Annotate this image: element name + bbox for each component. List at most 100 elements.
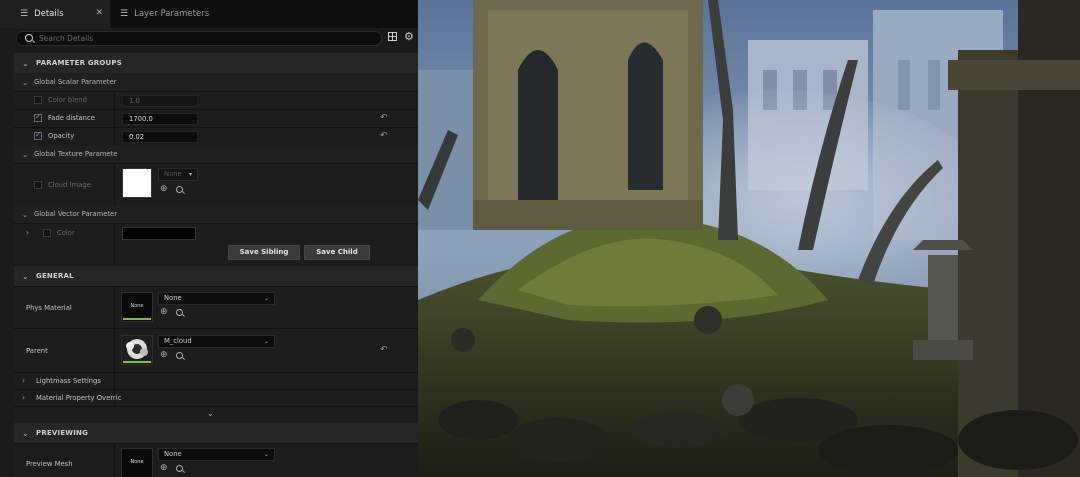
section-title: PARAMETER GROUPS [36,59,122,67]
section-title: GENERAL [36,272,74,280]
level-viewport[interactable] [418,0,1080,477]
section-parameter-groups[interactable]: ⌄ PARAMETER GROUPS [14,53,418,73]
color-blend-input[interactable]: 1.0 [122,95,198,107]
fade-distance-checkbox[interactable] [34,112,42,122]
tab-layer-parameters-label: Layer Parameters [134,9,210,19]
chevron-down-icon: ⌄ [22,58,29,68]
advanced-expand-row [14,406,418,423]
tab-details-label: Details [34,9,64,19]
thumbnail-text: None [130,303,144,309]
column-divider [114,110,115,127]
expand-advanced-icon[interactable]: ⌄ [207,409,214,418]
param-row-color-blend: Color blend 1.0 [14,91,418,109]
reset-arrow-icon[interactable]: ↶ [380,131,388,141]
param-row-phys-material: Phys Material None None ⌄ ⊕ [14,286,418,328]
tab-layer-parameters[interactable]: ☰ Layer Parameters [112,0,232,28]
reset-arrow-icon[interactable]: ↶ [380,113,388,123]
search-box[interactable] [16,31,382,46]
group-global-scalar[interactable]: ⌄ Global Scalar Parameter [14,73,418,91]
row-material-property-overrides[interactable]: › Material Property Overric [14,389,418,406]
asset-type-bar [123,318,151,320]
param-label: Preview Mesh [26,460,73,468]
browse-search-icon[interactable] [176,352,183,359]
chevron-down-icon: ⌄ [22,428,29,438]
column-divider [114,329,115,372]
gear-icon[interactable]: ⚙ [404,30,414,43]
asset-type-bar [123,361,151,363]
section-title: PREVIEWING [36,429,89,437]
param-label: Cloud Image [48,181,91,189]
browse-search-icon[interactable] [176,186,183,193]
param-row-cloud-image: Cloud Image None ▾ ⊕ [14,163,418,205]
group-global-texture[interactable]: ⌄ Global Texture Paramete [14,145,418,163]
dropdown-value: None [164,450,182,458]
param-row-parent: Parent M_cloud ⌄ ⊕ ↶ [14,328,418,372]
close-icon[interactable]: ✕ [95,8,103,18]
column-divider [114,243,115,264]
param-row-fade-distance: Fade distance 1700.0 ↶ [14,109,418,127]
color-swatch[interactable] [122,227,196,240]
details-panel: ☰ Details ✕ ☰ Layer Parameters ⚙ ⌄ PARAM… [0,0,418,477]
param-row-preview-mesh: Preview Mesh None None ⌄ ⊕ [14,443,418,477]
param-label: Phys Material [26,304,72,312]
cloud-image-checkbox[interactable] [34,181,42,189]
dropdown-value: M_cloud [164,337,192,345]
opacity-checkbox[interactable] [34,130,42,140]
use-selected-icon[interactable]: ⊕ [160,463,168,473]
chevron-down-icon: ⌄ [263,338,269,345]
param-label: Opacity [48,132,75,140]
section-previewing[interactable]: ⌄ PREVIEWING [14,423,418,443]
chevron-right-icon: › [22,393,25,402]
tab-bar: ☰ Details ✕ ☰ Layer Parameters [0,0,418,28]
section-general[interactable]: ⌄ GENERAL [14,266,418,286]
chevron-down-icon: ⌄ [263,451,269,458]
param-label: Fade distance [48,114,95,122]
column-divider [114,287,115,328]
browse-search-icon[interactable] [176,309,183,316]
color-blend-checkbox[interactable] [34,96,42,104]
phys-material-thumbnail[interactable]: None [121,292,153,322]
cloud-image-thumbnail[interactable] [122,168,152,198]
fade-distance-input[interactable]: 1700.0 [122,113,198,125]
search-input[interactable] [39,32,369,45]
column-divider [114,128,115,145]
save-child-button[interactable]: Save Child [304,245,370,260]
chevron-down-icon: ⌄ [22,149,29,159]
chevron-right-icon[interactable]: › [26,228,36,237]
group-title: Global Scalar Parameter [34,78,117,86]
use-selected-icon[interactable]: ⊕ [160,350,168,360]
chevron-down-icon: ▾ [188,171,192,178]
parent-thumbnail[interactable] [121,335,153,365]
cloud-thumbnail-image [126,339,148,359]
preview-mesh-dropdown[interactable]: None ⌄ [158,448,275,461]
color-checkbox[interactable] [43,229,51,237]
table-view-icon[interactable] [388,32,397,41]
param-label: Color [57,229,75,237]
column-divider [114,224,115,243]
thumbnail-text: None [130,459,144,465]
use-selected-icon[interactable]: ⊕ [160,184,168,194]
parent-dropdown[interactable]: M_cloud ⌄ [158,335,275,348]
row-lightmass-settings[interactable]: › Lightmass Settings [14,372,418,389]
chevron-down-icon: ⌄ [263,295,269,302]
reset-arrow-icon[interactable]: ↶ [380,345,388,355]
search-icon [25,34,33,42]
phys-material-dropdown[interactable]: None ⌄ [158,292,275,305]
column-divider [114,444,115,477]
group-title: Global Texture Paramete [34,150,118,158]
browse-search-icon[interactable] [176,465,183,472]
opacity-input[interactable]: 0.02 [122,131,198,143]
use-selected-icon[interactable]: ⊕ [160,307,168,317]
cloud-image-dropdown[interactable]: None ▾ [158,168,198,181]
column-divider [114,92,115,109]
scene-render [418,0,1080,477]
param-label: Lightmass Settings [36,377,101,385]
layers-icon: ☰ [120,9,129,19]
column-divider [114,164,115,205]
param-label: Material Property Overric [36,394,122,402]
preview-mesh-thumbnail[interactable]: None [121,448,153,477]
group-global-vector[interactable]: ⌄ Global Vector Parameter [14,205,418,223]
tab-details[interactable]: ☰ Details ✕ [0,0,110,28]
chevron-right-icon: › [22,376,25,385]
save-sibling-button[interactable]: Save Sibling [228,245,300,260]
